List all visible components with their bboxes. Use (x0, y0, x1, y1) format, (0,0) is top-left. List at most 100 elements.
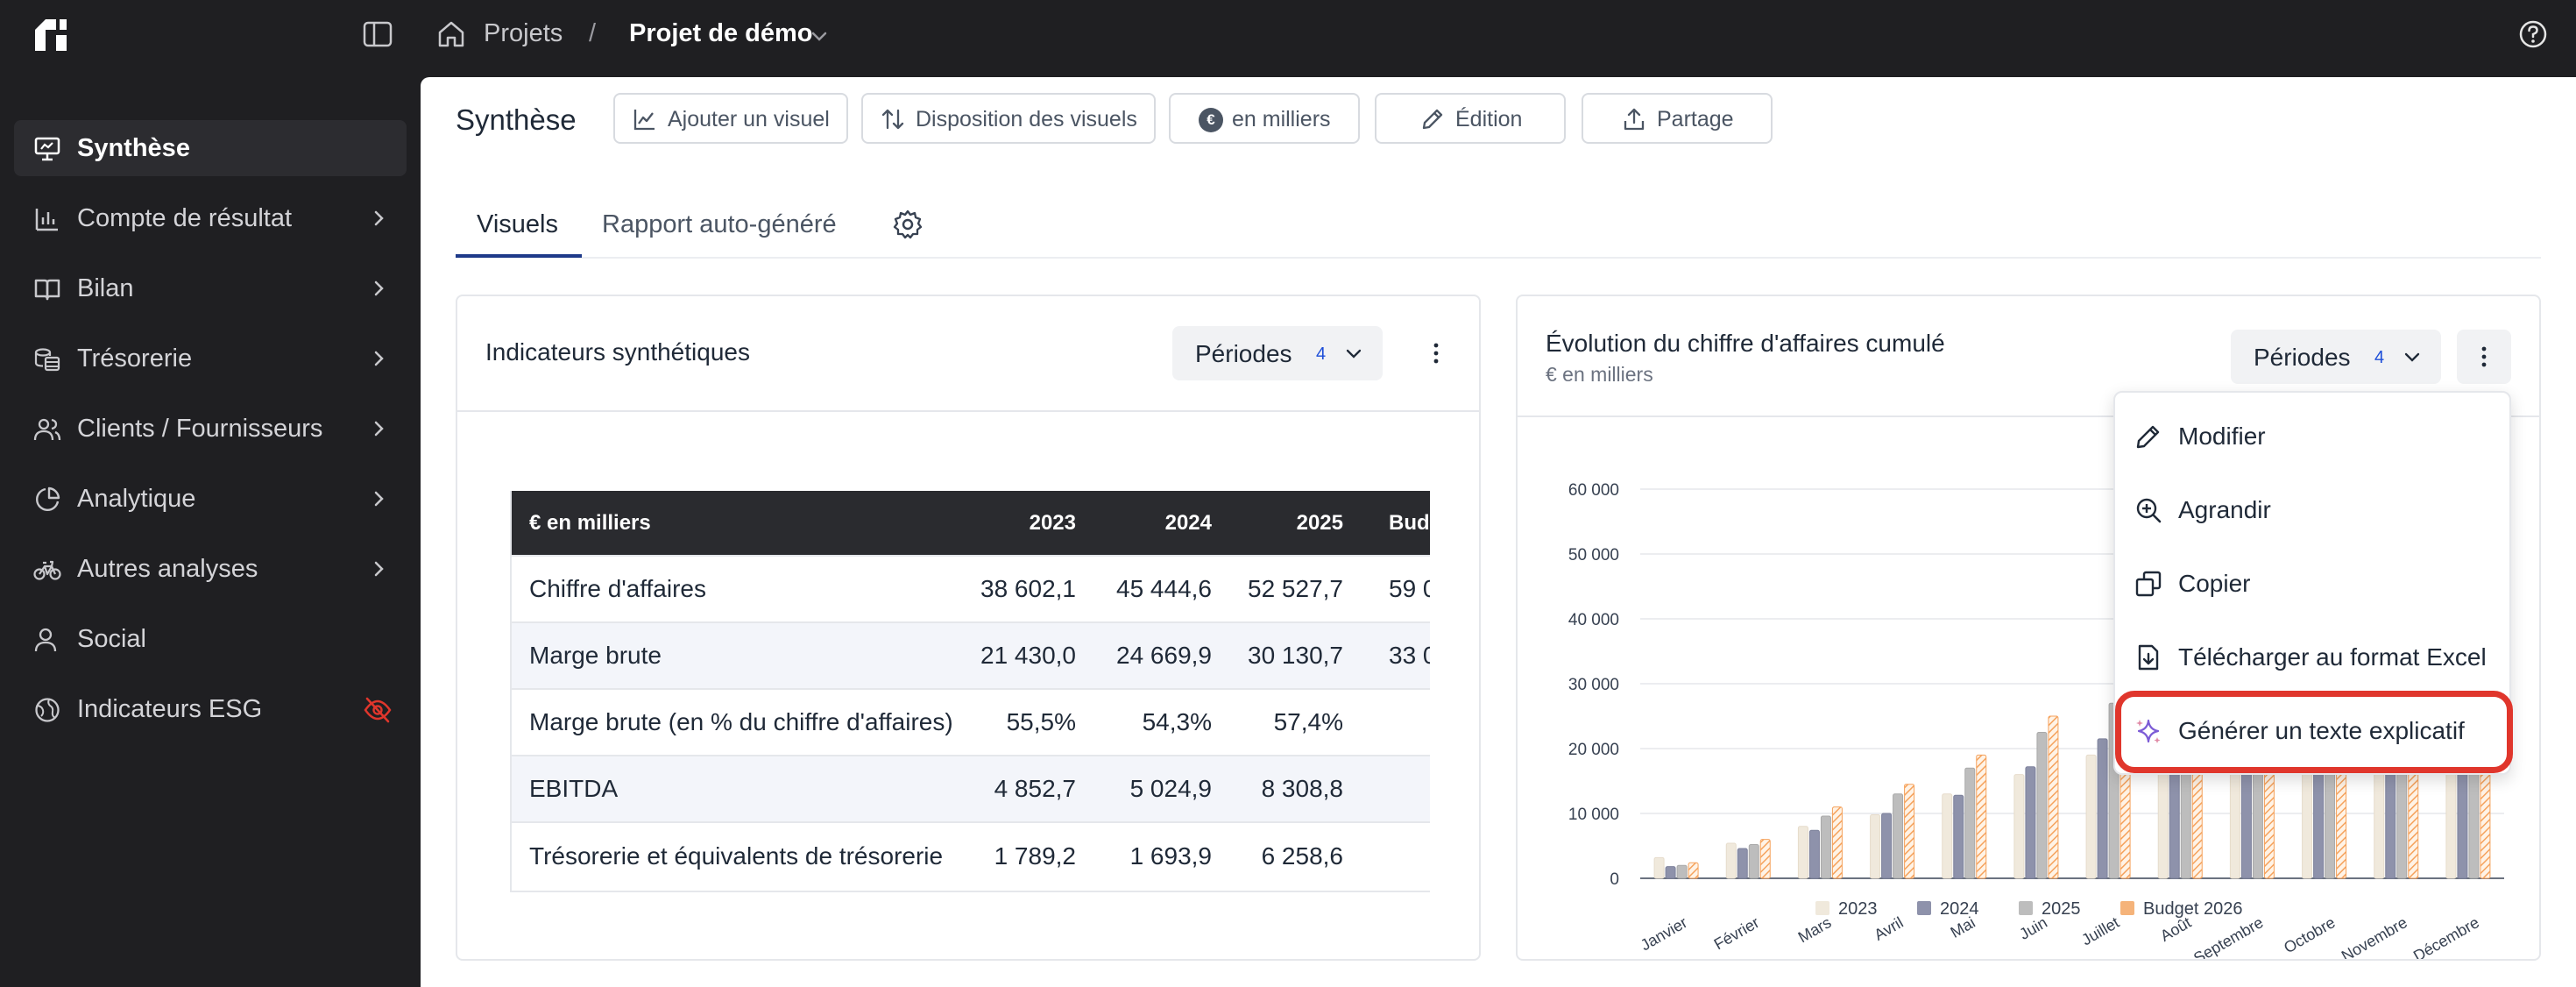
sidebar-item-label: Analytique (77, 485, 196, 513)
column-header: 2024 (1164, 510, 1212, 535)
indicators-more-button[interactable] (1409, 326, 1463, 380)
table-cell: 59 000,0 (1364, 555, 1430, 622)
bar (1881, 813, 1893, 879)
bar (1808, 829, 1820, 879)
add-visual-button[interactable]: Ajouter un visuel (613, 93, 848, 144)
copy-icon (2135, 571, 2162, 597)
x-tick-label: Décembre (2410, 913, 2482, 959)
table-bottom-border (510, 891, 1430, 892)
layout-visuals-button[interactable]: Disposition des visuels (861, 93, 1156, 144)
sidebar-item-indicateurs-esg[interactable]: Indicateurs ESG (14, 681, 407, 737)
top-bar: Projets / Projet de démo (0, 0, 2576, 70)
sidebar-item-analytique[interactable]: Analytique (14, 471, 407, 527)
menu-item-label: Copier (2178, 570, 2251, 597)
sidebar-item-label: Bilan (77, 274, 134, 302)
edit-button[interactable]: Édition (1375, 93, 1566, 144)
x-tick-label: Janvier (1638, 913, 1690, 954)
sidebar-item-synthese[interactable]: Synthèse (14, 120, 407, 176)
legend-label: 2025 (2042, 899, 2081, 919)
bar (1870, 813, 1881, 879)
table-cell: 1 693,9 (1097, 821, 1233, 889)
x-tick-label: Mars (1795, 913, 1835, 946)
share-upload-icon (1624, 108, 1645, 131)
table-cell: 24 669,9 (1097, 621, 1233, 689)
sidebar: Synthèse Compte de résultat Bilan Trésor… (0, 70, 421, 987)
table-cell: 6 258,6 (1233, 821, 1364, 889)
bar-chart-icon (35, 209, 58, 231)
y-tick-label: 10 000 (1568, 806, 1619, 824)
breadcrumb-current-project[interactable]: Projet de démo (629, 19, 813, 48)
tab-rapport-auto-genere[interactable]: Rapport auto-généré (602, 210, 837, 239)
x-tick-label: Juillet (2078, 913, 2122, 948)
eye-off-icon (364, 697, 392, 723)
sidebar-item-clients-fournisseurs[interactable]: Clients / Fournisseurs (14, 401, 407, 457)
active-tab-indicator (456, 254, 582, 258)
breadcrumb-projects-link[interactable]: Projets (484, 19, 563, 48)
bar (1665, 866, 1676, 879)
table-left-border (510, 491, 512, 892)
bar (2097, 738, 2108, 879)
table-row: Chiffre d'affaires 38 602,1 45 444,6 52 … (510, 555, 1430, 622)
chevron-right-icon (374, 351, 384, 366)
menu-item-label: Agrandir (2178, 496, 2271, 523)
sidebar-item-bilan[interactable]: Bilan (14, 260, 407, 316)
table-cell: 30 130,7 (1233, 621, 1364, 689)
table-cell: 21 430,0 (966, 621, 1097, 689)
y-tick-label: 40 000 (1568, 611, 1619, 629)
sidebar-toggle-icon[interactable] (363, 21, 393, 47)
column-header: Budget 2026 (1389, 510, 1430, 535)
table-header-row: € en milliers 2023 2024 2025 Budget 2026 (510, 491, 1430, 556)
sidebar-item-tresorerie[interactable]: Trésorerie (14, 330, 407, 387)
sidebar-item-label: Social (77, 625, 146, 653)
bar (2013, 774, 2025, 879)
table-cell: 4 852,7 (966, 755, 1097, 822)
legend-swatch (2019, 901, 2033, 915)
indicators-table-container[interactable]: € en milliers 2023 2024 2025 Budget 2026… (510, 491, 1430, 894)
menu-item-telecharger-excel[interactable]: Télécharger au format Excel (2115, 626, 2509, 687)
units-button[interactable]: € en milliers (1169, 93, 1360, 144)
chevron-right-icon (374, 491, 384, 507)
sidebar-item-label: Clients / Fournisseurs (77, 415, 323, 443)
indicators-card: Indicateurs synthétiques Périodes 4 € en… (456, 295, 1481, 961)
legend-label: 2024 (1940, 899, 1979, 919)
tab-visuels[interactable]: Visuels (477, 210, 558, 239)
units-label: en milliers (1232, 107, 1331, 131)
row-label: Marge brute (en % du chiffre d'affaires) (510, 688, 966, 756)
gear-icon[interactable] (892, 209, 924, 240)
table-cell: 57,4% (1233, 688, 1364, 756)
y-tick-label: 0 (1610, 870, 1619, 889)
bar (2048, 715, 2059, 879)
chevron-down-icon[interactable] (810, 26, 829, 46)
sidebar-item-social[interactable]: Social (14, 611, 407, 667)
menu-item-copier[interactable]: Copier (2115, 552, 2509, 614)
help-icon[interactable] (2518, 19, 2548, 49)
bar (1953, 794, 1964, 879)
bar (1893, 793, 1904, 879)
x-tick-label: Septembre (2190, 913, 2266, 959)
coins-icon (34, 348, 60, 372)
tabs-divider (456, 257, 2541, 259)
bar (1676, 864, 1688, 879)
table-cell: 33 000,0 (1364, 621, 1430, 689)
home-icon[interactable] (436, 19, 466, 49)
legend-swatch (1917, 901, 1931, 915)
bar (1942, 793, 1953, 879)
sidebar-item-compte-de-resultat[interactable]: Compte de résultat (14, 190, 407, 246)
page-title: Synthèse (456, 103, 577, 136)
row-label: Trésorerie et équivalents de trésorerie (510, 821, 966, 889)
book-open-icon (34, 279, 60, 301)
app-logo-icon[interactable] (33, 18, 72, 53)
periods-dropdown[interactable]: Périodes 4 (1172, 326, 1383, 380)
sidebar-item-autres-analyses[interactable]: Autres analyses (14, 541, 407, 597)
table-cell: 8 308,8 (1233, 755, 1364, 822)
chevron-down-icon (1346, 349, 1362, 359)
menu-item-modifier[interactable]: Modifier (2115, 405, 2509, 466)
table-row: EBITDA 4 852,7 5 024,9 8 308,8 (510, 755, 1430, 822)
bar (1737, 848, 1748, 879)
y-tick-label: 30 000 (1568, 676, 1619, 694)
add-visual-label: Ajouter un visuel (668, 107, 830, 131)
menu-item-agrandir[interactable]: Agrandir (2115, 479, 2509, 540)
layout-visuals-label: Disposition des visuels (916, 107, 1137, 131)
share-button[interactable]: Partage (1582, 93, 1773, 144)
indicators-table: € en milliers 2023 2024 2025 Budget 2026… (510, 491, 1430, 889)
